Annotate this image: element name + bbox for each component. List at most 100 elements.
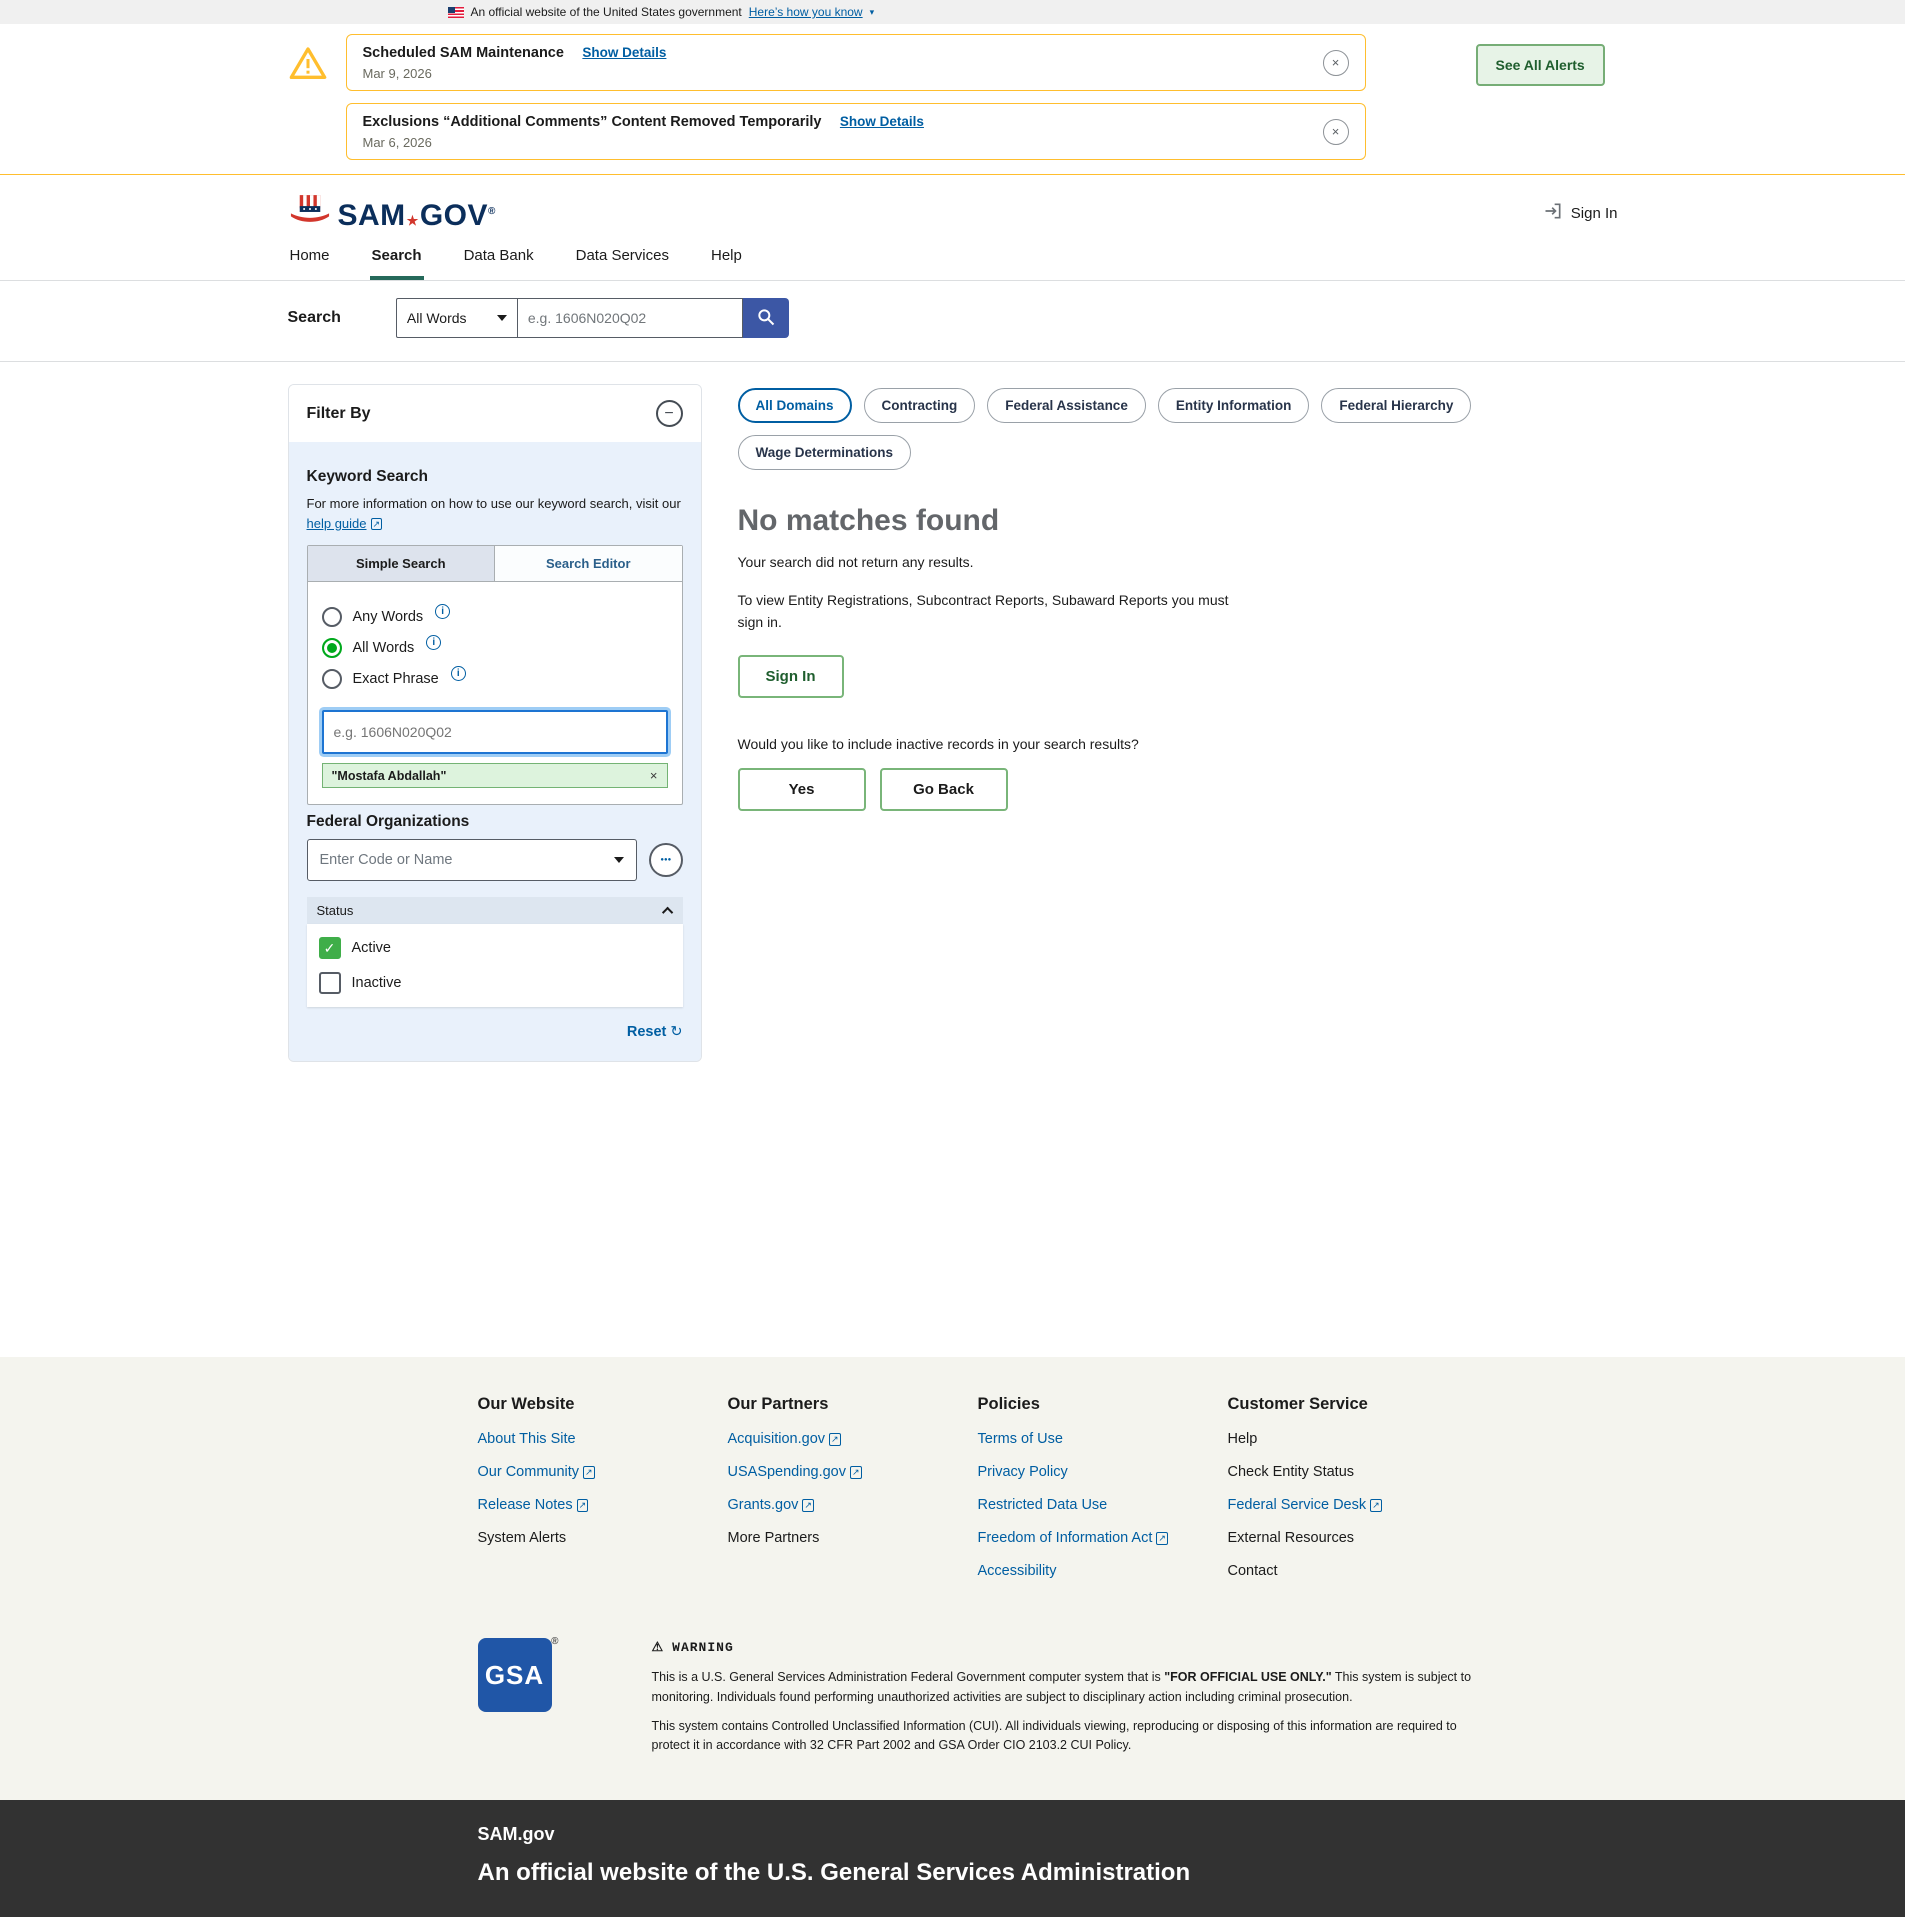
external-link-icon: ↗ bbox=[850, 1466, 862, 1479]
external-link-icon: ↗ bbox=[1156, 1532, 1168, 1545]
search-type-select[interactable]: All Words bbox=[396, 298, 518, 338]
footer-link[interactable]: Freedom of Information Act↗ bbox=[978, 1530, 1228, 1546]
footer-link[interactable]: Contact bbox=[1228, 1563, 1478, 1579]
nav-data-bank[interactable]: Data Bank bbox=[462, 237, 536, 280]
federal-organizations-select[interactable]: Enter Code or Name bbox=[307, 839, 638, 881]
tab-simple-search[interactable]: Simple Search bbox=[308, 546, 495, 581]
footer-link[interactable]: Restricted Data Use bbox=[978, 1497, 1228, 1513]
footer-link[interactable]: Our Community↗ bbox=[478, 1464, 728, 1480]
results-section: All Domains Contracting Federal Assistan… bbox=[738, 384, 1618, 811]
alerts-section: Scheduled SAM Maintenance Show Details M… bbox=[0, 24, 1905, 175]
gsa-logo: GSA ® bbox=[478, 1638, 552, 1712]
main-nav: Home Search Data Bank Data Services Help bbox=[0, 237, 1905, 281]
radio-any-words[interactable]: Any Words i bbox=[322, 607, 668, 627]
domain-tab-wage-determinations[interactable]: Wage Determinations bbox=[738, 435, 912, 470]
chevron-down-icon bbox=[497, 315, 507, 321]
domain-tab-federal-assistance[interactable]: Federal Assistance bbox=[987, 388, 1146, 423]
nav-home[interactable]: Home bbox=[288, 237, 332, 280]
keyword-input[interactable] bbox=[322, 710, 668, 754]
filter-panel: Filter By − Keyword Search For more info… bbox=[288, 384, 702, 1062]
keyword-help-text: For more information on how to use our k… bbox=[307, 494, 683, 533]
alert-title: Exclusions “Additional Comments” Content… bbox=[363, 114, 822, 130]
nav-data-services[interactable]: Data Services bbox=[574, 237, 671, 280]
search-label: Search bbox=[288, 309, 341, 327]
nav-search[interactable]: Search bbox=[370, 237, 424, 280]
see-all-alerts-button[interactable]: See All Alerts bbox=[1476, 44, 1605, 86]
footer-link[interactable]: USASpending.gov↗ bbox=[728, 1464, 978, 1480]
search-button[interactable] bbox=[743, 298, 789, 338]
warning-triangle-icon bbox=[288, 44, 328, 89]
footer-link[interactable]: More Partners bbox=[728, 1530, 978, 1546]
footer-col-title: Our Website bbox=[478, 1395, 728, 1414]
yes-button[interactable]: Yes bbox=[738, 768, 866, 811]
alert-date: Mar 6, 2026 bbox=[363, 135, 924, 150]
checkbox-checked-icon: ✓ bbox=[319, 937, 341, 959]
checkbox-icon bbox=[319, 972, 341, 994]
warning-icon: ⚠ bbox=[652, 1638, 665, 1658]
sign-in-link[interactable]: Sign In bbox=[1543, 201, 1618, 225]
sam-gov-logo[interactable]: SAM★GOV® bbox=[288, 195, 496, 231]
footer-link[interactable]: External Resources bbox=[1228, 1530, 1478, 1546]
domain-tab-contracting[interactable]: Contracting bbox=[864, 388, 976, 423]
radio-icon bbox=[322, 669, 342, 689]
star-icon: ★ bbox=[407, 213, 419, 228]
external-link-icon: ↗ bbox=[371, 518, 383, 531]
footer-link[interactable]: Grants.gov↗ bbox=[728, 1497, 978, 1513]
external-link-icon: ↗ bbox=[577, 1499, 589, 1512]
nav-help[interactable]: Help bbox=[709, 237, 744, 280]
alert-show-details-link[interactable]: Show Details bbox=[582, 45, 666, 60]
sign-in-button[interactable]: Sign In bbox=[738, 655, 844, 698]
chevron-up-icon bbox=[661, 906, 672, 917]
reset-filters-link[interactable]: Reset↻ bbox=[627, 1024, 683, 1040]
radio-exact-phrase[interactable]: Exact Phrase i bbox=[322, 669, 668, 689]
more-options-button[interactable]: ●●● bbox=[649, 843, 682, 877]
alert-card: Scheduled SAM Maintenance Show Details M… bbox=[346, 34, 1366, 91]
footer-link[interactable]: Privacy Policy bbox=[978, 1464, 1228, 1480]
tab-search-editor[interactable]: Search Editor bbox=[494, 546, 682, 581]
collapse-filters-button[interactable]: − bbox=[656, 400, 683, 427]
footer-link[interactable]: Release Notes↗ bbox=[478, 1497, 728, 1513]
remove-chip-icon[interactable]: × bbox=[650, 768, 658, 783]
radio-all-words[interactable]: All Words i bbox=[322, 638, 668, 658]
search-bar-row: Search All Words bbox=[0, 281, 1905, 362]
footer-col-policies: Policies Terms of Use Privacy Policy Res… bbox=[978, 1395, 1228, 1596]
footer-link[interactable]: Help bbox=[1228, 1431, 1478, 1447]
domain-tab-entity-information[interactable]: Entity Information bbox=[1158, 388, 1310, 423]
checkbox-active[interactable]: ✓ Active bbox=[319, 937, 671, 959]
footer-link[interactable]: About This Site bbox=[478, 1431, 728, 1447]
banner-text: An official website of the United States… bbox=[471, 5, 742, 19]
footer-col-our-website: Our Website About This Site Our Communit… bbox=[478, 1395, 728, 1596]
logo-text: SAM★GOV® bbox=[338, 201, 496, 231]
keyword-chip: "Mostafa Abdallah" × bbox=[322, 763, 668, 788]
site-footer: Our Website About This Site Our Communit… bbox=[0, 1357, 1905, 1800]
footer-link[interactable]: Federal Service Desk↗ bbox=[1228, 1497, 1478, 1513]
domain-tab-federal-hierarchy[interactable]: Federal Hierarchy bbox=[1321, 388, 1471, 423]
footer-link[interactable]: Acquisition.gov↗ bbox=[728, 1431, 978, 1447]
external-link-icon: ↗ bbox=[1370, 1499, 1382, 1512]
main-search-input[interactable] bbox=[518, 298, 743, 338]
close-icon[interactable]: × bbox=[1323, 50, 1349, 76]
footer-link[interactable]: System Alerts bbox=[478, 1530, 728, 1546]
login-icon bbox=[1543, 201, 1563, 225]
warning-paragraph-2: This system contains Controlled Unclassi… bbox=[652, 1717, 1472, 1756]
help-guide-link[interactable]: help guide bbox=[307, 516, 367, 531]
checkbox-inactive[interactable]: Inactive bbox=[319, 972, 671, 994]
banner-how-link[interactable]: Here’s how you know bbox=[749, 5, 863, 19]
go-back-button[interactable]: Go Back bbox=[880, 768, 1008, 811]
alert-list: Scheduled SAM Maintenance Show Details M… bbox=[346, 34, 1366, 160]
keyword-search-box: Simple Search Search Editor Any Words i … bbox=[307, 545, 683, 805]
info-icon[interactable]: i bbox=[426, 635, 441, 650]
alert-show-details-link[interactable]: Show Details bbox=[840, 114, 924, 129]
info-icon[interactable]: i bbox=[435, 604, 450, 619]
site-header: SAM★GOV® Sign In bbox=[0, 175, 1905, 237]
footer-link[interactable]: Accessibility bbox=[978, 1563, 1228, 1579]
close-icon[interactable]: × bbox=[1323, 119, 1349, 145]
info-icon[interactable]: i bbox=[451, 666, 466, 681]
status-accordion-header[interactable]: Status bbox=[307, 897, 683, 924]
footer-link[interactable]: Check Entity Status bbox=[1228, 1464, 1478, 1480]
domain-tab-all-domains[interactable]: All Domains bbox=[738, 388, 852, 423]
footer-col-customer-service: Customer Service Help Check Entity Statu… bbox=[1228, 1395, 1478, 1596]
top-hat-icon bbox=[288, 195, 332, 231]
reset-icon: ↻ bbox=[670, 1024, 682, 1040]
footer-link[interactable]: Terms of Use bbox=[978, 1431, 1228, 1447]
